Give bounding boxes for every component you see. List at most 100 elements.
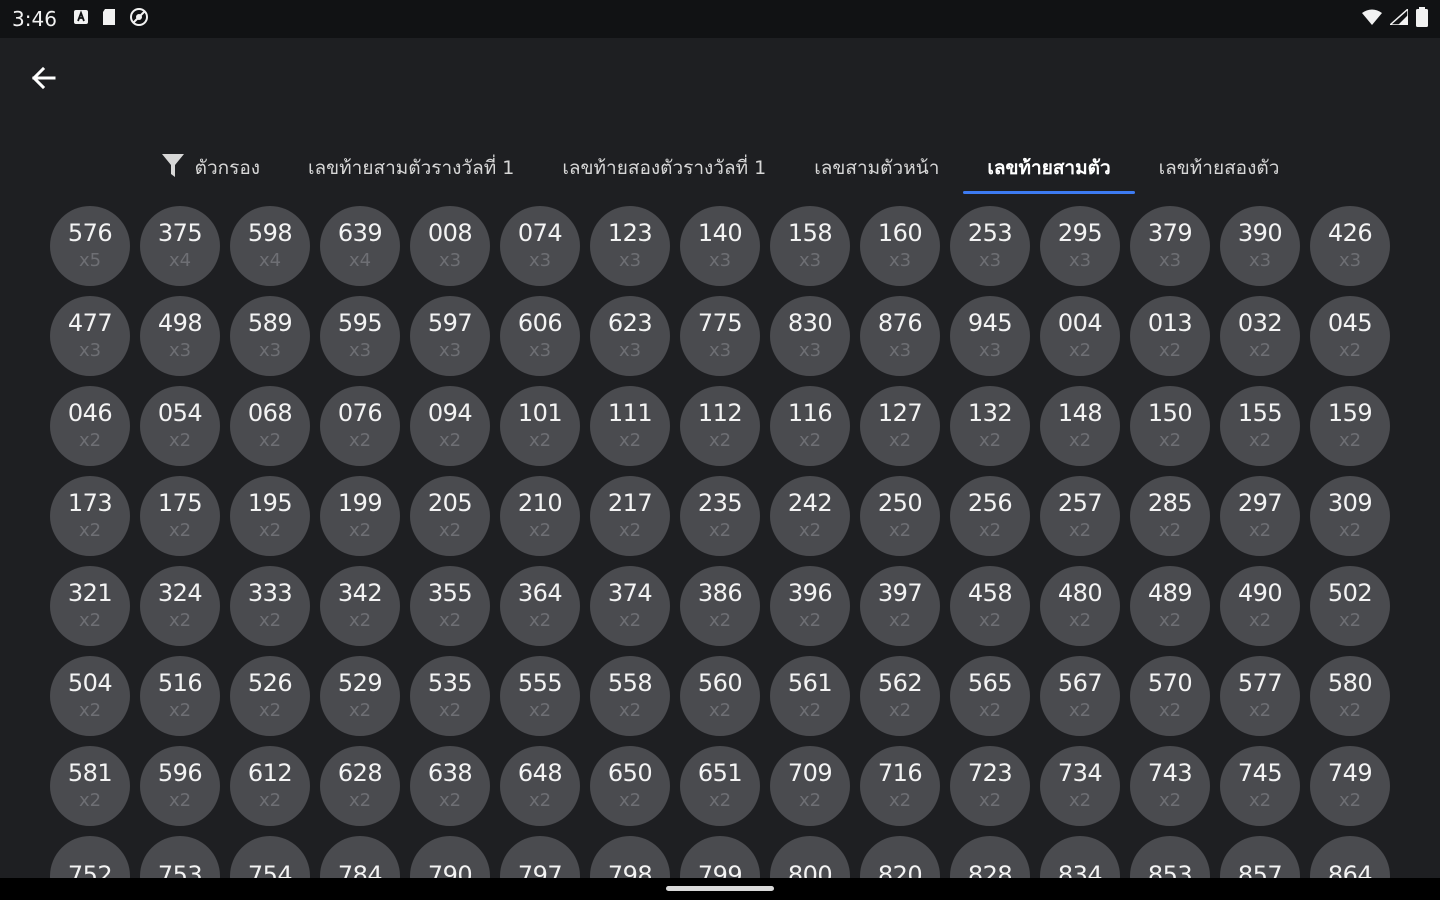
- number-bubble[interactable]: 123 x3: [590, 206, 670, 286]
- number-bubble[interactable]: 116 x2: [770, 386, 850, 466]
- number-bubble[interactable]: 504 x2: [50, 656, 130, 736]
- number-bubble[interactable]: 046 x2: [50, 386, 130, 466]
- number-bubble[interactable]: 074 x3: [500, 206, 580, 286]
- number-bubble[interactable]: 612 x2: [230, 746, 310, 826]
- number-bubble[interactable]: 743 x2: [1130, 746, 1210, 826]
- number-bubble[interactable]: 250 x2: [860, 476, 940, 556]
- number-bubble[interactable]: 242 x2: [770, 476, 850, 556]
- number-bubble[interactable]: 032 x2: [1220, 296, 1300, 376]
- number-bubble[interactable]: 650 x2: [590, 746, 670, 826]
- number-bubble[interactable]: 853: [1130, 836, 1210, 878]
- tab-last-three[interactable]: เลขท้ายสามตัว: [963, 140, 1135, 196]
- number-bubble[interactable]: 111 x2: [590, 386, 670, 466]
- number-bubble[interactable]: 857: [1220, 836, 1300, 878]
- number-bubble[interactable]: 595 x3: [320, 296, 400, 376]
- number-bubble[interactable]: 598 x4: [230, 206, 310, 286]
- number-bubble[interactable]: 800: [770, 836, 850, 878]
- number-bubble[interactable]: 562 x2: [860, 656, 940, 736]
- number-bubble[interactable]: 175 x2: [140, 476, 220, 556]
- number-bubble[interactable]: 155 x2: [1220, 386, 1300, 466]
- number-bubble[interactable]: 648 x2: [500, 746, 580, 826]
- back-button[interactable]: [22, 60, 64, 100]
- number-bubble[interactable]: 477 x3: [50, 296, 130, 376]
- number-bubble[interactable]: 159 x2: [1310, 386, 1390, 466]
- number-bubble[interactable]: 945 x3: [950, 296, 1030, 376]
- number-bubble[interactable]: 158 x3: [770, 206, 850, 286]
- number-bubble[interactable]: 253 x3: [950, 206, 1030, 286]
- tab-last-three-first-prize[interactable]: เลขท้ายสามตัวรางวัลที่ 1: [284, 140, 538, 196]
- number-bubble[interactable]: 555 x2: [500, 656, 580, 736]
- number-bubble[interactable]: 775 x3: [680, 296, 760, 376]
- number-bubble[interactable]: 561 x2: [770, 656, 850, 736]
- number-bubble[interactable]: 623 x3: [590, 296, 670, 376]
- number-bubble[interactable]: 458 x2: [950, 566, 1030, 646]
- number-bubble[interactable]: 397 x2: [860, 566, 940, 646]
- number-bubble[interactable]: 364 x2: [500, 566, 580, 646]
- number-bubble[interactable]: 489 x2: [1130, 566, 1210, 646]
- number-bubble[interactable]: 752: [50, 836, 130, 878]
- number-bubble[interactable]: 160 x3: [860, 206, 940, 286]
- tab-last-two-first-prize[interactable]: เลขท้ายสองตัวรางวัลที่ 1: [538, 140, 790, 196]
- number-bubble[interactable]: 054 x2: [140, 386, 220, 466]
- number-bubble[interactable]: 577 x2: [1220, 656, 1300, 736]
- number-bubble[interactable]: 820: [860, 836, 940, 878]
- number-bubble[interactable]: 076 x2: [320, 386, 400, 466]
- number-bubble[interactable]: 576 x5: [50, 206, 130, 286]
- number-bubble[interactable]: 581 x2: [50, 746, 130, 826]
- number-bubble[interactable]: 709 x2: [770, 746, 850, 826]
- number-bubble[interactable]: 013 x2: [1130, 296, 1210, 376]
- number-bubble[interactable]: 132 x2: [950, 386, 1030, 466]
- number-bubble[interactable]: 324 x2: [140, 566, 220, 646]
- number-bubble[interactable]: 560 x2: [680, 656, 760, 736]
- number-bubble[interactable]: 638 x2: [410, 746, 490, 826]
- number-bubble[interactable]: 565 x2: [950, 656, 1030, 736]
- number-bubble[interactable]: 150 x2: [1130, 386, 1210, 466]
- number-bubble[interactable]: 651 x2: [680, 746, 760, 826]
- number-bubble[interactable]: 004 x2: [1040, 296, 1120, 376]
- number-bubble[interactable]: 558 x2: [590, 656, 670, 736]
- gesture-handle[interactable]: [666, 886, 774, 891]
- number-bubble[interactable]: 797: [500, 836, 580, 878]
- number-bubble[interactable]: 754: [230, 836, 310, 878]
- tab-filter[interactable]: ตัวกรอง: [137, 140, 284, 196]
- number-bubble[interactable]: 199 x2: [320, 476, 400, 556]
- number-bubble[interactable]: 490 x2: [1220, 566, 1300, 646]
- number-bubble[interactable]: 639 x4: [320, 206, 400, 286]
- number-bubble[interactable]: 502 x2: [1310, 566, 1390, 646]
- number-bubble[interactable]: 606 x3: [500, 296, 580, 376]
- number-bubble[interactable]: 716 x2: [860, 746, 940, 826]
- tab-last-two[interactable]: เลขท้ายสองตัว: [1135, 140, 1304, 196]
- number-bubble[interactable]: 567 x2: [1040, 656, 1120, 736]
- number-bubble[interactable]: 799: [680, 836, 760, 878]
- number-bubble[interactable]: 396 x2: [770, 566, 850, 646]
- number-bubble[interactable]: 876 x3: [860, 296, 940, 376]
- number-bubble[interactable]: 628 x2: [320, 746, 400, 826]
- number-bubble[interactable]: 834: [1040, 836, 1120, 878]
- number-bubble[interactable]: 570 x2: [1130, 656, 1210, 736]
- number-bubble[interactable]: 784: [320, 836, 400, 878]
- number-bubble[interactable]: 127 x2: [860, 386, 940, 466]
- number-bubble[interactable]: 140 x3: [680, 206, 760, 286]
- number-bubble[interactable]: 516 x2: [140, 656, 220, 736]
- number-bubble[interactable]: 426 x3: [1310, 206, 1390, 286]
- number-bubble[interactable]: 297 x2: [1220, 476, 1300, 556]
- number-bubble[interactable]: 217 x2: [590, 476, 670, 556]
- number-bubble[interactable]: 480 x2: [1040, 566, 1120, 646]
- number-bubble[interactable]: 205 x2: [410, 476, 490, 556]
- number-bubble[interactable]: 101 x2: [500, 386, 580, 466]
- number-bubble[interactable]: 321 x2: [50, 566, 130, 646]
- number-bubble[interactable]: 379 x3: [1130, 206, 1210, 286]
- number-bubble[interactable]: 597 x3: [410, 296, 490, 376]
- number-bubble[interactable]: 589 x3: [230, 296, 310, 376]
- number-bubble[interactable]: 375 x4: [140, 206, 220, 286]
- number-bubble[interactable]: 068 x2: [230, 386, 310, 466]
- number-bubble[interactable]: 745 x2: [1220, 746, 1300, 826]
- number-bubble[interactable]: 094 x2: [410, 386, 490, 466]
- number-bubble[interactable]: 864: [1310, 836, 1390, 878]
- number-bubble[interactable]: 148 x2: [1040, 386, 1120, 466]
- number-bubble[interactable]: 295 x3: [1040, 206, 1120, 286]
- number-grid-scroll[interactable]: 576 x5 375 x4 598 x4 639 x4 008 x3 074 x3 123 x3 140 x3…: [0, 200, 1440, 878]
- number-bubble[interactable]: 374 x2: [590, 566, 670, 646]
- number-bubble[interactable]: 257 x2: [1040, 476, 1120, 556]
- number-bubble[interactable]: 749 x2: [1310, 746, 1390, 826]
